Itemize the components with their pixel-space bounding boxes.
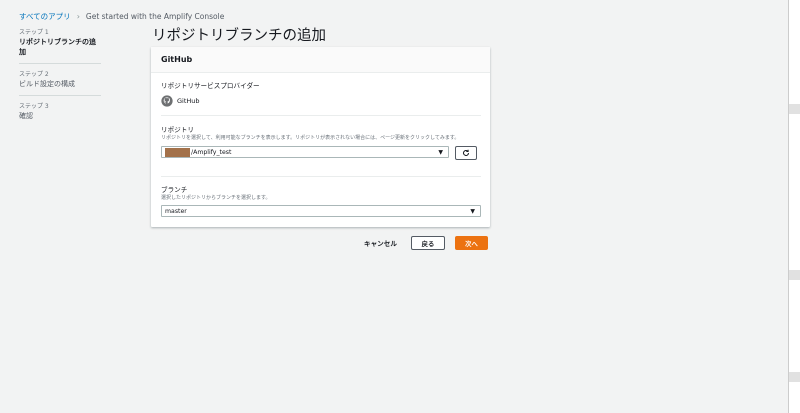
wizard-steps: ステップ 1 リポジトリブランチの追加 ステップ 2 ビルド設定の構成 ステップ…: [19, 28, 101, 133]
divider: [161, 115, 481, 116]
redacted-owner: [165, 147, 190, 157]
repository-value: /Amplify_test: [191, 148, 232, 156]
next-button[interactable]: 次へ: [454, 236, 488, 250]
provider-section: リポジトリサービスプロバイダー GitHub: [161, 82, 481, 107]
window-edge-band: [789, 104, 800, 114]
step-2-title: ビルド設定の構成: [19, 80, 75, 88]
step-1-number: ステップ 1: [19, 29, 49, 36]
step-2[interactable]: ステップ 2 ビルド設定の構成: [19, 70, 101, 96]
step-1-title: リポジトリブランチの追加: [19, 38, 96, 56]
repository-label: リポジトリ: [161, 126, 194, 134]
branch-section: ブランチ 選択したリポジトリからブランチを選択します。 master ▼: [161, 186, 481, 217]
provider-label: リポジトリサービスプロバイダー: [161, 82, 260, 90]
step-3-number: ステップ 3: [19, 103, 49, 110]
adjacent-window-edge: [788, 0, 800, 413]
github-icon: [161, 95, 173, 107]
caret-down-icon: ▼: [438, 149, 443, 156]
step-3-title: 確認: [19, 112, 33, 120]
step-2-number: ステップ 2: [19, 71, 49, 78]
branch-description: 選択したリポジトリからブランチを選択します。: [161, 195, 271, 201]
provider-row: GitHub: [161, 95, 481, 107]
divider: [161, 176, 481, 177]
breadcrumb-current: Get started with the Amplify Console: [85, 12, 225, 21]
refresh-button[interactable]: [455, 146, 477, 160]
page-title: リポジトリブランチの追加: [152, 28, 326, 44]
breadcrumb-all-apps-link[interactable]: すべてのアプリ: [19, 11, 71, 22]
breadcrumb: すべてのアプリ › Get started with the Amplify C…: [19, 11, 224, 22]
window-edge-band: [789, 270, 800, 280]
panel-header: GitHub: [151, 47, 490, 73]
branch-value: master: [165, 207, 187, 215]
breadcrumb-separator: ›: [76, 12, 80, 21]
branch-select[interactable]: master ▼: [161, 205, 481, 217]
provider-name: GitHub: [177, 97, 200, 105]
cancel-button[interactable]: キャンセル: [360, 238, 401, 248]
step-3[interactable]: ステップ 3 確認: [19, 102, 101, 127]
repository-section: リポジトリ リポジトリを選択して、利用可能なブランチを表示します。リポジトリが表…: [161, 126, 481, 160]
window-edge-band: [789, 372, 800, 382]
repository-description: リポジトリを選択して、利用可能なブランチを表示します。リポジトリが表示されない場…: [161, 135, 460, 141]
back-button[interactable]: 戻る: [410, 236, 445, 250]
caret-down-icon: ▼: [470, 208, 475, 215]
repository-panel: GitHub リポジトリサービスプロバイダー GitHub リポジトリ リポジト…: [151, 47, 490, 227]
step-1[interactable]: ステップ 1 リポジトリブランチの追加: [19, 28, 101, 64]
repository-row: /Amplify_test ▼: [161, 146, 481, 160]
refresh-icon: [463, 149, 469, 156]
repository-select[interactable]: /Amplify_test ▼: [161, 146, 449, 158]
branch-label: ブランチ: [161, 186, 188, 194]
action-bar: キャンセル 戻る 次へ: [360, 236, 488, 250]
